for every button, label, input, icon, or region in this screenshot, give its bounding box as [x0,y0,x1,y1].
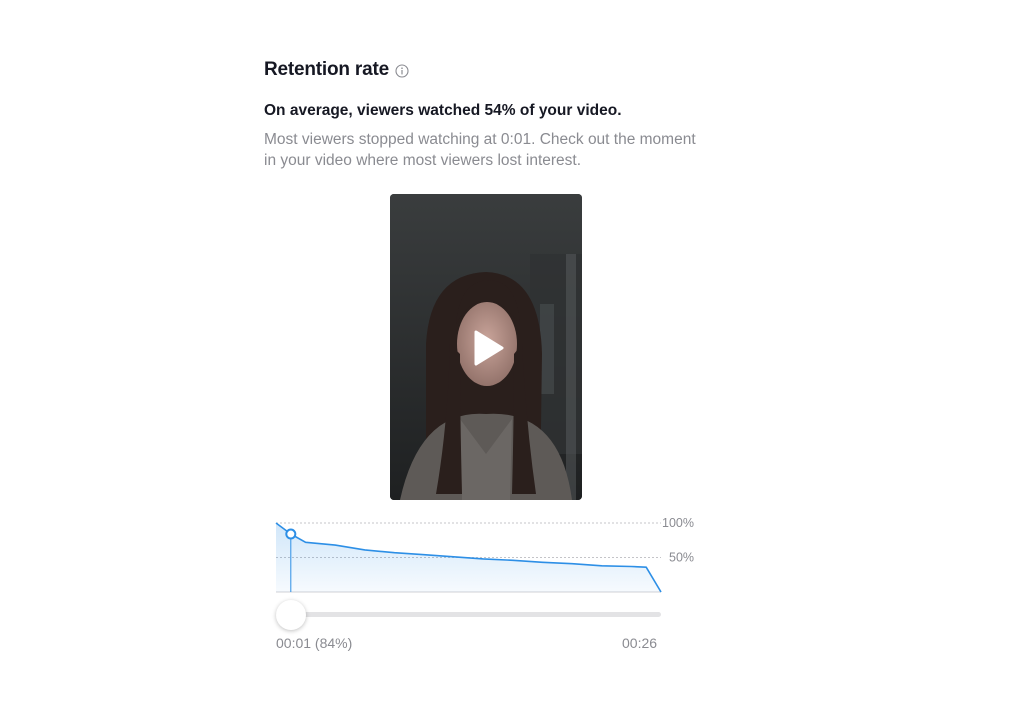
current-time-label: 00:01 (84%) [276,635,353,651]
section-title: Retention rate [264,59,389,80]
playback-slider-handle[interactable] [276,600,306,630]
y-tick-label: 50% [669,551,694,565]
duration-label: 00:26 [622,635,658,651]
retention-chart: 100% 50% [275,516,694,593]
retention-description: Most viewers stopped watching at 0:01. C… [264,131,696,169]
section-header: Retention rate [264,57,409,83]
info-circle-icon[interactable] [395,64,409,78]
y-tick-label: 100% [662,516,694,530]
selected-point-marker [285,528,297,540]
playback-slider-track[interactable] [276,612,661,617]
retention-headline: On average, viewers watched 54% of your … [264,102,622,119]
play-icon[interactable] [470,328,506,368]
